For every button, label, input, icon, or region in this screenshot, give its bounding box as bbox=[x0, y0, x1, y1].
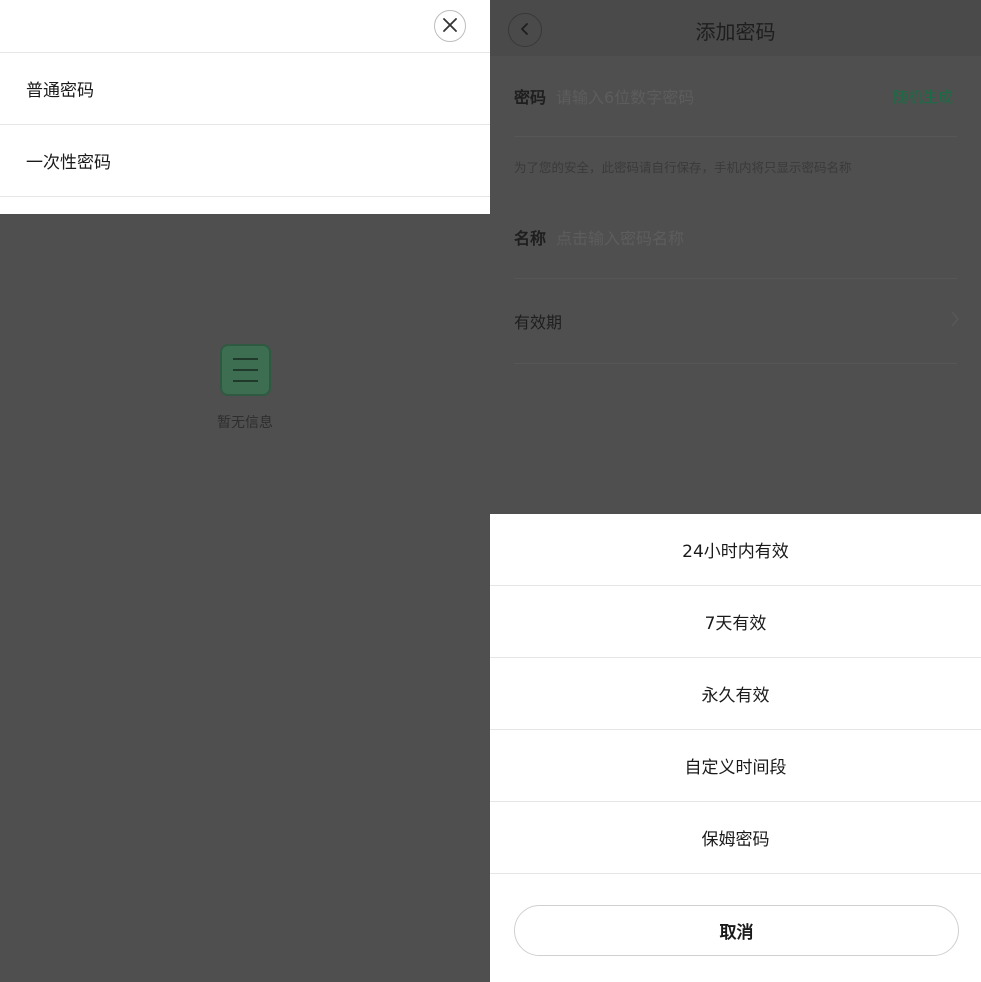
cancel-button[interactable]: 取消 bbox=[514, 905, 959, 956]
left-screen: 普通密码 一次性密码 暂无信息 bbox=[0, 0, 490, 982]
password-input[interactable]: 请输入6位数字密码 bbox=[556, 84, 694, 108]
option-nanny-password[interactable]: 保姆密码 bbox=[490, 802, 981, 874]
option-custom-period[interactable]: 自定义时间段 bbox=[490, 730, 981, 802]
right-screen: 添加密码 密码 请输入6位数字密码 随机生成 为了您的安全，此密码请自行保存，手… bbox=[490, 0, 981, 982]
security-hint: 为了您的安全，此密码请自行保存，手机内将只显示密码名称 bbox=[514, 159, 852, 175]
option-24-hours[interactable]: 24小时内有效 bbox=[490, 514, 981, 586]
sheet-spacer bbox=[0, 197, 490, 214]
sheet-item-one-time-password[interactable]: 一次性密码 bbox=[0, 125, 490, 197]
name-row: 名称 点击输入密码名称 bbox=[514, 195, 957, 279]
empty-state-text: 暂无信息 bbox=[217, 415, 273, 431]
password-row: 密码 请输入6位数字密码 随机生成 bbox=[514, 56, 957, 137]
name-input[interactable]: 点击输入密码名称 bbox=[556, 225, 684, 249]
sheet-item-label: 一次性密码 bbox=[26, 153, 111, 173]
empty-list-icon bbox=[219, 344, 271, 396]
option-7-days[interactable]: 7天有效 bbox=[490, 586, 981, 658]
password-label: 密码 bbox=[514, 88, 547, 107]
validity-action-sheet: 24小时内有效 7天有效 永久有效 自定义时间段 保姆密码 取消 bbox=[490, 514, 981, 982]
empty-state: 暂无信息 bbox=[0, 344, 490, 432]
name-label: 名称 bbox=[514, 228, 547, 248]
close-button[interactable] bbox=[434, 10, 466, 42]
chevron-right-icon bbox=[951, 311, 959, 331]
option-permanent[interactable]: 永久有效 bbox=[490, 658, 981, 730]
random-generate-link[interactable]: 随机生成 bbox=[893, 86, 953, 107]
page-title: 添加密码 bbox=[695, 20, 776, 44]
sheet-header bbox=[0, 0, 490, 53]
sheet-item-label: 普通密码 bbox=[26, 81, 94, 101]
validity-row[interactable]: 有效期 bbox=[514, 279, 959, 364]
add-password-form: 密码 请输入6位数字密码 随机生成 为了您的安全，此密码请自行保存，手机内将只显… bbox=[490, 56, 981, 364]
password-type-sheet: 普通密码 一次性密码 bbox=[0, 0, 490, 214]
validity-label: 有效期 bbox=[514, 313, 563, 332]
sheet-item-normal-password[interactable]: 普通密码 bbox=[0, 53, 490, 125]
nav-bar: 添加密码 bbox=[490, 0, 981, 56]
close-icon bbox=[443, 17, 457, 36]
